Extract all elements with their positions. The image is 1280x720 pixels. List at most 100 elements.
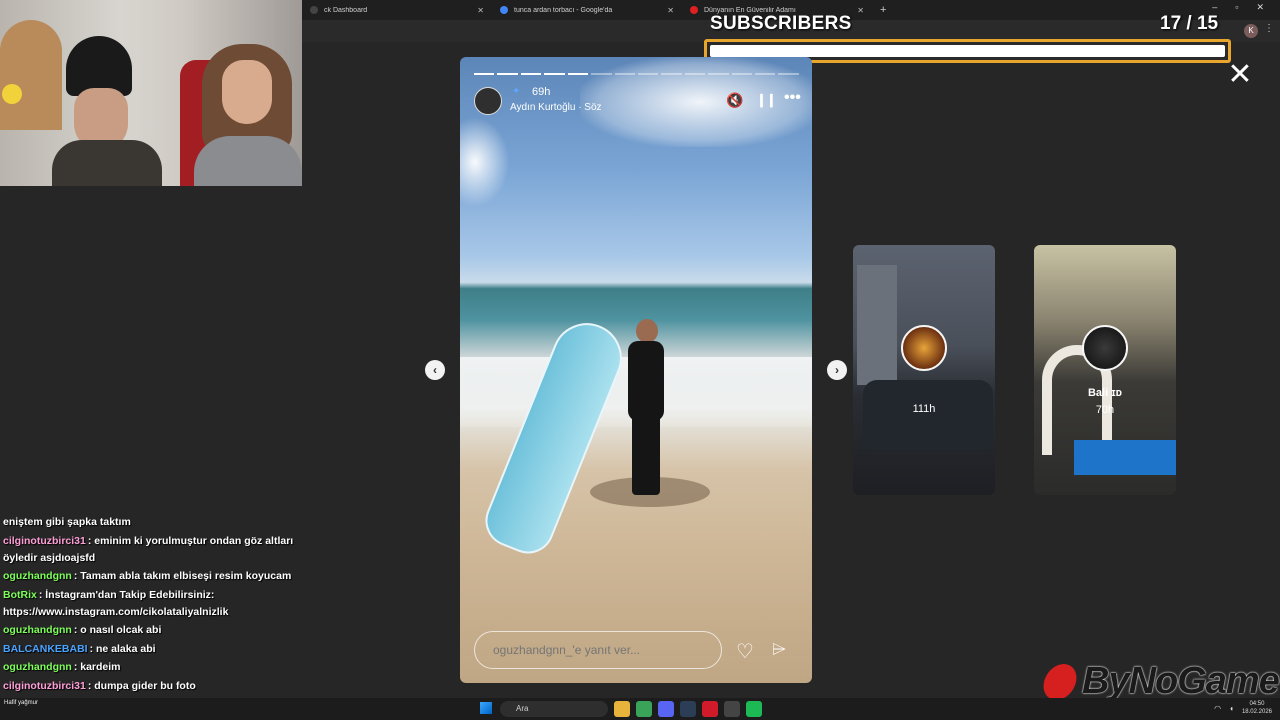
screen: ck Dashboard ✕ tunca ardan torbacı - Goo… (0, 0, 1280, 720)
taskbar-search[interactable]: Ara (500, 701, 608, 717)
story-progress-segment (778, 73, 799, 75)
chat-username[interactable]: oguzhandgnn (3, 570, 72, 582)
volume-icon[interactable]: ◖ (1229, 704, 1234, 713)
chrome-icon[interactable] (636, 701, 652, 717)
spotify-icon[interactable] (746, 701, 762, 717)
chat-username[interactable]: cilginotuzbirci31 (3, 680, 86, 692)
story-progress-segment (755, 73, 776, 75)
chat-username[interactable]: BALCANKEBABI (3, 643, 88, 655)
story-viewer[interactable]: ✦ 69h Aydın Kurtoğlu · Söz 🔇 ❙❙ ••• ♡ ⌲ (460, 57, 812, 683)
chat-username[interactable]: oguzhandgnn (3, 661, 72, 673)
tab-favicon-icon (310, 6, 318, 14)
story-progress-segment (614, 73, 635, 75)
tab-close-icon[interactable]: ✕ (857, 6, 864, 15)
chat-text: eniştem gibi şapka taktım (3, 516, 131, 528)
story-progress-segment (684, 73, 706, 75)
clock-date: 18.02.2026 (1241, 709, 1272, 715)
thumb-pool (1074, 440, 1176, 475)
chat-message: oguzhandgnn: o nasıl olcak abi (3, 622, 297, 639)
surfboard (477, 312, 633, 562)
thumb-building (857, 265, 897, 385)
more-icon[interactable]: ••• (784, 89, 801, 107)
next-story-card[interactable]: 111h (853, 245, 995, 495)
muted-speaker-icon[interactable]: 🔇 (726, 92, 743, 109)
guest-figure (190, 40, 302, 186)
chat-message: BALCANKEBABI: ne alaka abi (3, 641, 297, 658)
story-progress-segment (520, 73, 542, 75)
taskbar-clock[interactable]: 04:50 18.02.2026 (1242, 700, 1272, 716)
chat-text: : Tamam abla takım elbiseşi resim koyuca… (73, 570, 292, 582)
story-reply-input[interactable] (474, 631, 722, 669)
windows-taskbar: Hafif yağmur Ara ◠ ◖ 04:50 18.02.2026 (0, 698, 1280, 720)
next-story-button[interactable]: › (827, 360, 847, 380)
chat-username[interactable]: cilginotuzbirci31 (3, 535, 86, 547)
wifi-icon[interactable]: ◠ (1214, 704, 1221, 713)
bynogame-logo-text: ByNoGame (1082, 660, 1280, 702)
story-time: 69h (532, 86, 551, 98)
next-story-time: 111h (912, 403, 936, 415)
maximize-icon[interactable]: ▫ (1235, 2, 1238, 13)
next-story-time: 70h (1095, 404, 1115, 416)
chat-message: cilginotuzbirci31: dumpa gider bu foto (3, 678, 297, 695)
file-explorer-icon[interactable] (614, 701, 630, 717)
subscribers-goal-count: 17 / 15 (1160, 13, 1219, 34)
chat-username[interactable]: oguzhandgnn (3, 624, 72, 636)
next-story-card[interactable]: Bali ɪᴅ 70h (1034, 245, 1176, 495)
chat-username[interactable]: BotRix (3, 589, 37, 601)
opera-icon[interactable] (702, 701, 718, 717)
next-story-avatar (1082, 325, 1128, 371)
story-progress-segment (474, 73, 495, 75)
weather-widget[interactable]: Hafif yağmur (4, 700, 38, 706)
story-author-avatar[interactable] (474, 87, 502, 115)
stream-chat: eniştem gibi şapka taktım cilginotuzbirci… (0, 510, 300, 720)
browser-menu-icon[interactable]: ⋮ (1264, 23, 1274, 34)
story-progress-segment (637, 73, 659, 75)
webcam-duck-figure (2, 84, 22, 104)
story-progress-segment (591, 73, 612, 75)
browser-tab[interactable]: tunca ardan torbacı - Google'da ✕ (492, 0, 682, 20)
close-window-icon[interactable]: ✕ (1256, 2, 1264, 13)
story-progress-segment (708, 73, 729, 75)
youtube-icon (690, 6, 698, 14)
tab-label: tunca ardan torbacı - Google'da (514, 6, 613, 14)
subscribers-goal-title: SUBSCRIBERS (710, 13, 852, 34)
profile-avatar[interactable]: K (1244, 24, 1258, 38)
steam-icon[interactable] (680, 701, 696, 717)
taskbar-apps (614, 701, 762, 717)
minimize-icon[interactable]: – (1212, 2, 1217, 13)
story-progress-bar (474, 73, 799, 75)
close-story-icon[interactable]: ✕ (1226, 60, 1254, 90)
story-music-label[interactable]: Aydın Kurtoğlu · Söz (510, 102, 602, 113)
chat-message: oguzhandgnn: Tamam abla takım elbiseşi r… (3, 568, 297, 585)
system-tray: ◠ ◖ 04:50 18.02.2026 (1214, 700, 1272, 716)
tab-close-icon[interactable]: ✕ (667, 6, 674, 15)
discord-icon[interactable] (658, 701, 674, 717)
browser-tab[interactable]: ck Dashboard ✕ (302, 0, 492, 20)
pause-icon[interactable]: ❙❙ (756, 92, 777, 108)
subscribers-goal-fill (710, 45, 1225, 57)
chat-message: oguzhandgnn: kardeim (3, 659, 297, 676)
heart-icon[interactable]: ♡ (736, 639, 754, 664)
webcam-feed (0, 0, 302, 186)
streamer-figure (52, 36, 162, 186)
tab-close-icon[interactable]: ✕ (477, 6, 484, 15)
next-story-name: Bali ɪᴅ (1087, 387, 1122, 399)
story-progress-segment (661, 73, 682, 75)
chat-text: : ne alaka abi (89, 642, 156, 655)
send-icon[interactable]: ⌲ (772, 639, 786, 660)
story-cloud (460, 117, 510, 207)
story-progress-segment (544, 73, 565, 75)
new-tab-button[interactable]: + (872, 4, 894, 16)
obs-icon[interactable] (724, 701, 740, 717)
windows-start-icon[interactable] (480, 702, 492, 714)
story-header: ✦ 69h Aydın Kurtoğlu · Söz 🔇 ❙❙ ••• (474, 85, 801, 117)
story-progress-segment (567, 73, 589, 75)
story-progress-segment (497, 73, 518, 75)
google-icon (500, 6, 508, 14)
previous-story-button[interactable]: ‹ (425, 360, 445, 380)
chat-text: : o nasıl olcak abi (73, 624, 162, 636)
next-story-avatar (901, 325, 947, 371)
tab-label: ck Dashboard (324, 6, 368, 14)
chat-message: BotRix: İnstagram'dan Takip Edebilirsini… (3, 587, 297, 621)
story-progress-segment (731, 73, 753, 75)
